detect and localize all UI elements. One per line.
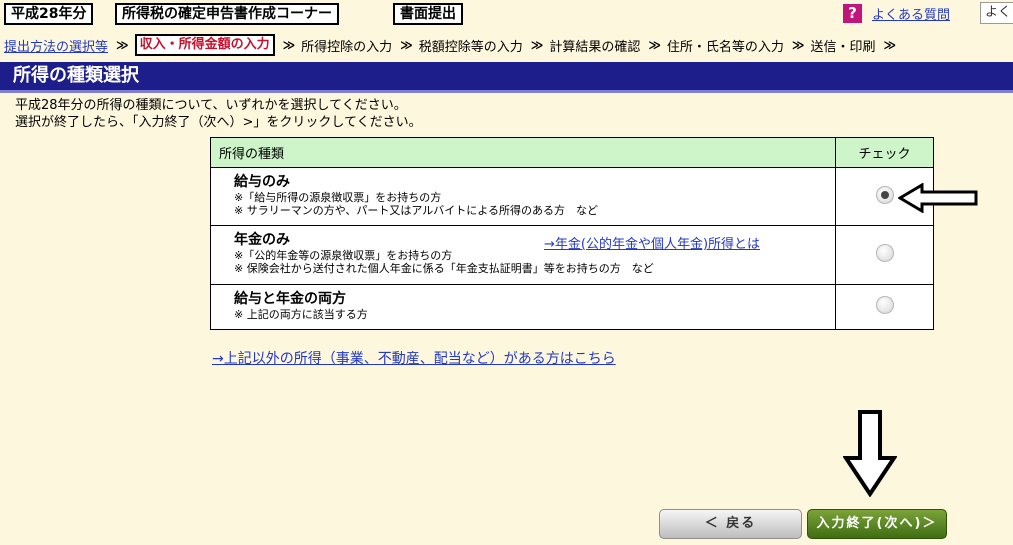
breadcrumb-step-address: 住所・氏名等の入力 bbox=[666, 39, 784, 55]
top-bar: 平成28年分 所得税の確定申告書作成コーナー 書面提出 ? よくある質問 よく bbox=[0, 0, 1013, 28]
faq-help[interactable]: ? よくある質問 bbox=[843, 3, 950, 23]
submission-mode-tag: 書面提出 bbox=[393, 3, 463, 25]
title-divider bbox=[0, 90, 1013, 93]
instruction-line-1: 平成28年分の所得の種類について、いずれかを選択してください。 bbox=[15, 98, 407, 113]
instruction-line-2: 選択が終了したら、「入力終了（次へ）>」をクリックしてください。 bbox=[15, 115, 422, 130]
check-cell bbox=[835, 284, 934, 330]
row-title-both: 給与と年金の両方 bbox=[234, 291, 346, 307]
page-title: 所得の種類選択 bbox=[0, 62, 1013, 90]
tax-year-tag: 平成28年分 bbox=[4, 3, 94, 25]
breadcrumb-separator: ≫ bbox=[883, 38, 897, 52]
row-note: ※ サラリーマンの方や、パート又はアルバイトによる所得のある方 など bbox=[234, 204, 598, 217]
row-salary-cell: 給与のみ ※「給与所得の源泉徴収票」をお持ちの方 ※ サラリーマンの方や、パート… bbox=[210, 167, 836, 226]
table-row: 給与と年金の両方 ※ 上記の両方に該当する方 bbox=[210, 284, 934, 330]
row-both-cell: 給与と年金の両方 ※ 上記の両方に該当する方 bbox=[210, 284, 836, 330]
question-mark-icon: ? bbox=[843, 3, 862, 23]
income-type-table: 所得の種類 チェック 給与のみ ※「給与所得の源泉徴収票」をお持ちの方 ※ サラ… bbox=[210, 137, 934, 330]
next-button[interactable]: 入力終了(次へ)＞ bbox=[807, 509, 947, 539]
other-income-link[interactable]: →上記以外の所得（事業、不動産、配当など）がある方はこちら bbox=[212, 348, 616, 368]
faq-link[interactable]: よくある質問 bbox=[872, 4, 950, 23]
row-note: ※「給与所得の源泉徴収票」をお持ちの方 bbox=[234, 191, 442, 204]
breadcrumb: 提出方法の選択等 ≫ 収入・所得金額の入力 ≫ 所得控除の入力 ≫ 税額控除等の… bbox=[0, 33, 1013, 57]
breadcrumb-separator: ≫ bbox=[648, 38, 661, 52]
row-note: ※ 上記の両方に該当する方 bbox=[234, 308, 368, 321]
row-pension-cell: 年金のみ ※「公的年金等の源泉徴収票」をお持ちの方 ※ 保険会社から送付された個… bbox=[210, 225, 836, 285]
breadcrumb-step-results: 計算結果の確認 bbox=[549, 39, 641, 55]
breadcrumb-step-deductions: 所得控除の入力 bbox=[301, 39, 393, 55]
check-cell bbox=[835, 225, 934, 285]
radio-pension-only[interactable] bbox=[875, 244, 894, 262]
breadcrumb-step-income-current: 収入・所得金額の入力 bbox=[134, 34, 275, 56]
arrow-left-icon bbox=[898, 183, 978, 213]
breadcrumb-separator: ≫ bbox=[791, 38, 805, 52]
corner-name-tag: 所得税の確定申告書作成コーナー bbox=[115, 3, 339, 25]
faq-tab[interactable]: よく bbox=[980, 2, 1013, 24]
row-note: ※ 保険会社から送付された個人年金に係る「年金支払証明書」等をお持ちの方 など bbox=[234, 262, 654, 275]
header-income-type: 所得の種類 bbox=[210, 137, 836, 168]
header-check: チェック bbox=[835, 137, 934, 168]
row-title-salary: 給与のみ bbox=[234, 174, 290, 190]
breadcrumb-step-submit-print: 送信・印刷 bbox=[810, 39, 876, 55]
breadcrumb-separator: ≫ bbox=[282, 38, 296, 52]
back-button[interactable]: ＜ 戻る bbox=[659, 509, 802, 539]
breadcrumb-separator: ≫ bbox=[400, 38, 413, 52]
radio-salary-only[interactable] bbox=[875, 185, 894, 204]
arrow-down-icon bbox=[843, 410, 897, 497]
radio-salary-and-pension[interactable] bbox=[875, 296, 894, 314]
pension-info-link[interactable]: →年金(公的年金や個人年金)所得とは bbox=[544, 233, 760, 252]
instructions: 平成28年分の所得の種類について、いずれかを選択してください。 選択が終了したら… bbox=[15, 97, 422, 131]
table-row: 年金のみ ※「公的年金等の源泉徴収票」をお持ちの方 ※ 保険会社から送付された個… bbox=[210, 225, 934, 285]
breadcrumb-step-submission-method[interactable]: 提出方法の選択等 bbox=[4, 36, 108, 55]
breadcrumb-separator: ≫ bbox=[116, 38, 129, 52]
breadcrumb-step-tax-credits: 税額控除等の入力 bbox=[418, 39, 523, 55]
table-row: 給与のみ ※「給与所得の源泉徴収票」をお持ちの方 ※ サラリーマンの方や、パート… bbox=[210, 167, 934, 226]
breadcrumb-separator: ≫ bbox=[530, 38, 544, 52]
